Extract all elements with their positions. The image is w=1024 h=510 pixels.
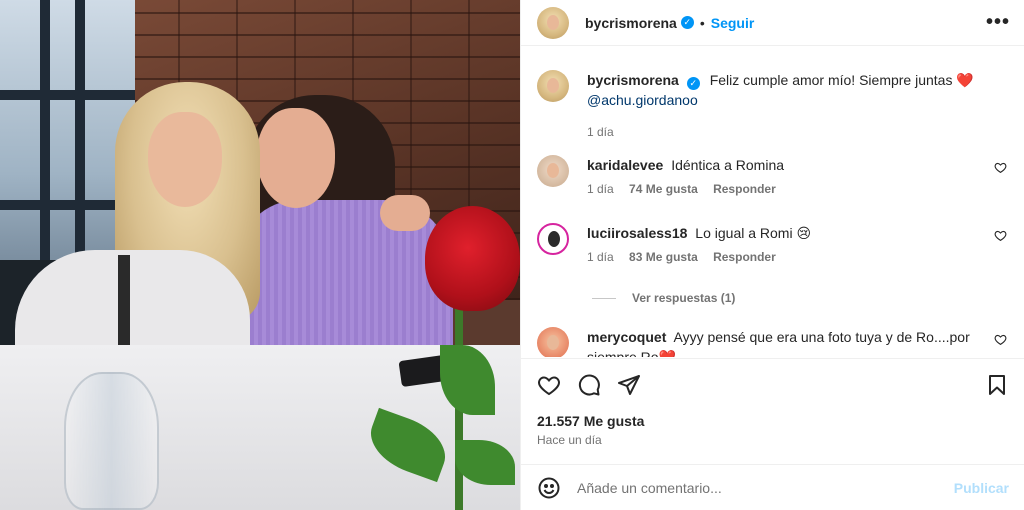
caption-time[interactable]: 1 día [587,125,614,139]
post-actions: 21.557 Me gusta Hace un día [521,358,1024,447]
red-rose [425,206,520,311]
comment-username[interactable]: karidalevee [587,157,663,173]
heart-icon[interactable] [994,161,1007,174]
comment-avatar[interactable] [537,155,569,187]
reply-button[interactable]: Responder [713,182,776,196]
comment-composer: Publicar [521,464,1024,510]
separator-dot: • [699,14,705,31]
publish-button[interactable]: Publicar [954,480,1009,496]
like-count[interactable]: 21.557 Me gusta [537,413,1009,429]
view-replies-label: Ver respuestas (1) [632,291,736,305]
comment-time[interactable]: 1 día [587,250,614,264]
hand-on-shoulder [380,195,430,231]
person-1-face [148,112,222,207]
comment-username[interactable]: merycoquet [587,329,666,345]
comment-text: Idéntica a Romina [671,157,785,173]
caption: bycrismorena ✓ Feliz cumple amor mío! Sie… [537,70,1009,142]
caption-text: Feliz cumple amor mío! Siempre juntas [709,72,953,88]
author-username[interactable]: bycrismorena [585,15,677,31]
heart-icon[interactable] [537,373,561,397]
post-time[interactable]: Hace un día [537,433,1009,447]
comment: karidalevee Idéntica a Romina 1 día 74 M… [537,155,1009,199]
heart-icon[interactable] [994,333,1007,346]
heart-icon[interactable] [994,229,1007,242]
bookmark-icon[interactable] [985,373,1009,397]
comment-text: Lo igual a Romi [695,225,793,241]
comment: luciirosaless18 Lo igual a Romi 😢 1 día … [537,223,1009,267]
person-2-face [257,108,335,208]
comment-emoji: 😢 [796,225,812,241]
caption-avatar[interactable] [537,70,569,102]
caption-username[interactable]: bycrismorena [587,72,679,88]
comment-username[interactable]: luciirosaless18 [587,225,687,241]
comment-likes[interactable]: 83 Me gusta [629,250,698,264]
post-sidebar: bycrismorena ✓ • Seguir ••• bycrismorena… [520,0,1024,510]
mention-link[interactable]: @achu.giordanoo [587,92,698,108]
share-icon[interactable] [617,373,641,397]
more-icon[interactable]: ••• [986,11,1010,34]
comment: merycoquet Ayyy pensé que era una foto t… [537,327,1009,357]
post-header: bycrismorena ✓ • Seguir ••• [521,0,1024,46]
comment-input[interactable] [577,479,954,496]
verified-icon: ✓ [686,77,700,90]
comment-avatar[interactable] [537,327,569,357]
verified-icon: ✓ [680,16,694,29]
view-replies-button[interactable]: Ver respuestas (1) [592,291,735,305]
comment-avatar[interactable] [537,223,569,255]
follow-button[interactable]: Seguir [711,15,755,31]
comment-icon[interactable] [577,373,601,397]
comments-list[interactable]: bycrismorena ✓ Feliz cumple amor mío! Sie… [521,47,1024,357]
reply-button[interactable]: Responder [713,250,776,264]
water-glass [64,372,159,510]
caption-emoji: ❤️ [956,72,974,88]
post-photo[interactable] [0,0,520,510]
comment-time[interactable]: 1 día [587,182,614,196]
comment-likes[interactable]: 74 Me gusta [629,182,698,196]
author-avatar[interactable] [537,6,569,39]
emoji-icon[interactable] [537,476,561,500]
replies-divider [592,297,616,299]
